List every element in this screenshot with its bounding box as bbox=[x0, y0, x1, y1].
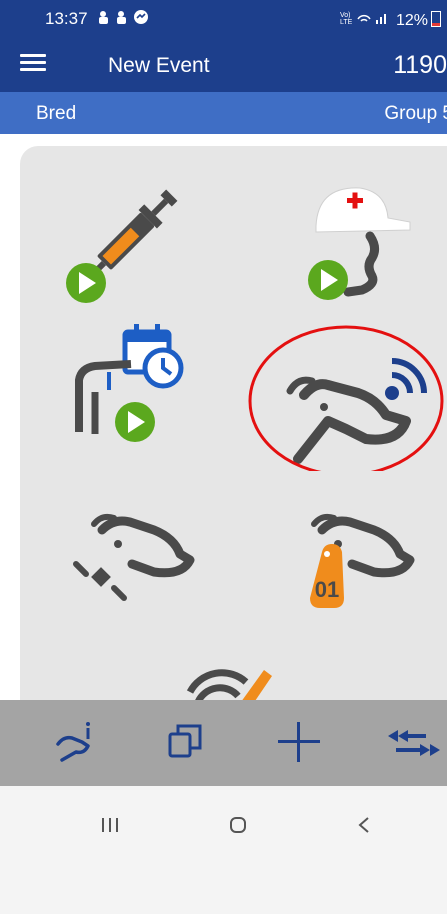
teams-icon bbox=[99, 10, 148, 24]
calendar-clock-icon bbox=[75, 324, 184, 442]
vet-cap-icon bbox=[308, 187, 411, 300]
signal-icon: Vo) LTE bbox=[340, 12, 386, 26]
highlight-circle bbox=[248, 325, 444, 471]
cow-signal-icon bbox=[248, 325, 444, 471]
switch-button[interactable] bbox=[384, 718, 440, 769]
cow-tag-broken-icon bbox=[73, 513, 195, 601]
add-button[interactable] bbox=[274, 718, 324, 769]
battery-text: 12% bbox=[395, 12, 428, 29]
syringe-icon bbox=[66, 189, 178, 303]
status-subbar: Bred Group 5 bbox=[0, 92, 447, 134]
content-area: 01 HN bbox=[0, 134, 447, 780]
add-icon bbox=[278, 722, 320, 762]
bottom-toolbar bbox=[0, 700, 447, 786]
tile-vaccination[interactable] bbox=[58, 179, 188, 309]
recent-apps-button[interactable] bbox=[90, 810, 130, 840]
menu-icon-bar bbox=[20, 68, 46, 71]
tile-ear-tag[interactable]: 01 bbox=[292, 502, 422, 622]
svg-text:01: 01 bbox=[315, 577, 339, 602]
cow-info-button[interactable] bbox=[50, 718, 100, 769]
tile-heat-detection[interactable] bbox=[246, 323, 444, 471]
copy-button[interactable] bbox=[166, 718, 206, 769]
event-grid-card: 01 HN bbox=[20, 146, 447, 757]
animal-number: 1190 bbox=[393, 51, 447, 79]
cow-info-icon bbox=[56, 722, 90, 762]
svg-text:LTE: LTE bbox=[340, 19, 353, 25]
menu-icon-bar bbox=[20, 61, 46, 64]
cow-ear-tag-icon: 01 bbox=[310, 513, 415, 608]
copy-icon bbox=[168, 724, 202, 758]
status-time: 13:37 bbox=[45, 9, 88, 28]
system-nav-bar bbox=[0, 786, 447, 914]
svg-text:Vo): Vo) bbox=[340, 12, 351, 19]
tile-health-treatment[interactable] bbox=[282, 174, 422, 304]
back-icon bbox=[358, 817, 369, 833]
home-button[interactable] bbox=[218, 810, 258, 840]
battery-icon bbox=[431, 11, 441, 27]
page-title: New Event bbox=[108, 54, 210, 77]
group-label: Group 5 bbox=[384, 103, 447, 124]
menu-icon-bar bbox=[20, 54, 46, 57]
status-right: Vo) LTE 12% bbox=[340, 9, 441, 30]
back-button[interactable] bbox=[344, 810, 384, 840]
reproduction-status: Bred bbox=[36, 103, 77, 124]
tile-tag-removed[interactable] bbox=[70, 510, 200, 610]
status-bar: 13:37 Vo) LTE 12% bbox=[0, 0, 447, 36]
switch-icon bbox=[388, 730, 440, 756]
home-icon bbox=[230, 817, 246, 833]
menu-button[interactable] bbox=[20, 50, 46, 76]
notification-icons bbox=[97, 9, 157, 28]
tile-scheduled-event[interactable] bbox=[65, 312, 195, 442]
recent-apps-icon bbox=[102, 818, 118, 832]
app-bar: New Event 1190 bbox=[0, 36, 447, 92]
